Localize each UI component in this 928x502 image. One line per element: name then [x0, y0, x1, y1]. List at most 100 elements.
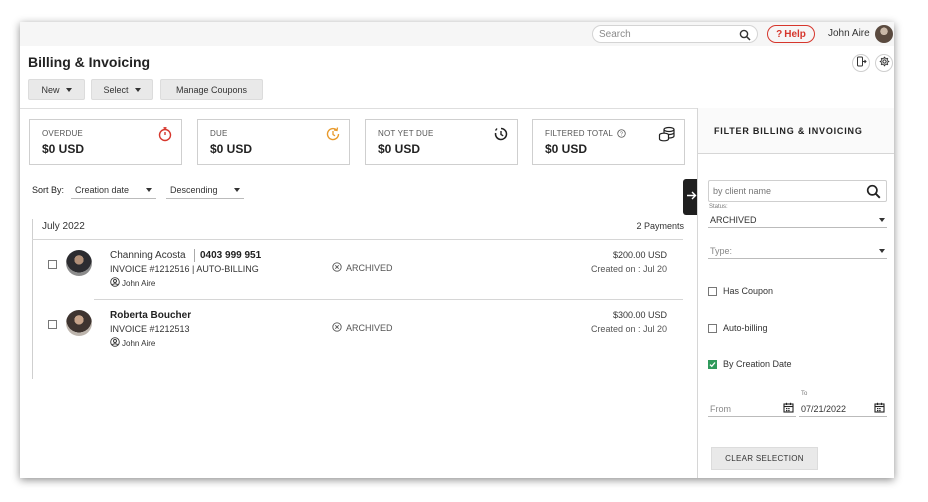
card-value: $0 USD [42, 142, 85, 156]
payment-count: 2 Payments [636, 221, 684, 231]
from-placeholder: From [710, 403, 731, 414]
card-value: $0 USD [210, 142, 253, 156]
user-avatar[interactable] [875, 25, 893, 43]
row-divider [94, 299, 683, 300]
chevron-down-icon [879, 217, 885, 222]
client-avatar [66, 310, 92, 336]
filter-panel: FILTER BILLING & INVOICING Status: ARCHI… [697, 108, 894, 478]
has-coupon-option[interactable]: Has Coupon [708, 286, 773, 296]
top-bar: ? Help John Aire [20, 22, 894, 46]
row-checkbox[interactable] [48, 320, 57, 329]
summary-card-overdue: OVERDUE $0 USD [29, 119, 182, 165]
owner-name: John Aire [122, 338, 156, 348]
type-placeholder: Type: [710, 245, 733, 256]
archived-icon [332, 322, 342, 334]
calendar-icon[interactable] [874, 402, 885, 415]
user-circle-icon [110, 337, 120, 349]
name-separator [194, 249, 195, 262]
chevron-down-icon [134, 87, 141, 92]
has-coupon-label: Has Coupon [723, 286, 774, 296]
invoice-created-date: Created on : Jul 20 [590, 264, 667, 274]
user-name[interactable]: John Aire [828, 28, 870, 39]
help-label: Help [784, 28, 806, 40]
client-name-input[interactable] [713, 186, 863, 196]
checkmark-icon [709, 361, 716, 367]
stopwatch-icon [157, 126, 173, 147]
select-button[interactable]: Select [91, 79, 153, 100]
auto-billing-option[interactable]: Auto-billing [708, 323, 768, 333]
status-badge: ARCHIVED [332, 322, 393, 334]
client-name[interactable]: Roberta Boucher [110, 310, 191, 321]
status-select[interactable]: ARCHIVED [708, 212, 887, 228]
status-label: Status: [709, 204, 728, 210]
invoice-number[interactable]: INVOICE #1212516 | AUTO-BILLING [110, 264, 259, 274]
export-icon [856, 54, 867, 72]
info-icon[interactable]: ? [617, 129, 626, 140]
client-name[interactable]: Channing Acosta [110, 250, 186, 261]
filter-panel-title: FILTER BILLING & INVOICING [714, 126, 863, 136]
summary-card-due: DUE $0 USD [197, 119, 350, 165]
status-text: ARCHIVED [346, 323, 393, 333]
by-creation-date-checkbox[interactable] [708, 359, 717, 369]
timeline-line [32, 219, 33, 379]
type-select[interactable]: Type: [708, 243, 887, 259]
invoice-created-date: Created on : Jul 20 [590, 324, 667, 334]
card-title: FILTERED TOTAL ? [545, 129, 626, 140]
arrow-right-icon [686, 188, 697, 206]
global-search[interactable] [592, 25, 758, 43]
filter-panel-header: FILTER BILLING & INVOICING [698, 108, 894, 154]
svg-text:?: ? [620, 132, 623, 138]
manage-coupons-label: Manage Coupons [175, 84, 248, 95]
summary-card-filtered-total: FILTERED TOTAL ? $0 USD [532, 119, 685, 165]
new-button[interactable]: New [28, 79, 85, 100]
page-title: Billing & Invoicing [28, 54, 151, 70]
to-date-value: 07/21/2022 [801, 403, 847, 414]
from-date-field[interactable]: From [708, 401, 796, 417]
archived-icon [332, 262, 342, 274]
summary-card-not-yet-due: NOT YET DUE $0 USD [365, 119, 518, 165]
to-label: To [801, 391, 808, 397]
invoice-number[interactable]: INVOICE #1212513 [110, 324, 190, 334]
sort-order-select[interactable]: Descending [166, 182, 244, 199]
status-badge: ARCHIVED [332, 262, 393, 274]
chevron-down-icon [146, 188, 152, 192]
chevron-down-icon [65, 87, 72, 92]
sort-field-value: Creation date [75, 185, 130, 195]
settings-button[interactable] [875, 54, 893, 72]
has-coupon-checkbox[interactable] [708, 286, 717, 296]
sort-by-label: Sort By: [32, 185, 65, 195]
sort-order-value: Descending [170, 185, 218, 195]
chevron-down-icon [234, 188, 240, 192]
to-date-field[interactable]: 07/21/2022 [799, 401, 887, 417]
export-button[interactable] [852, 54, 870, 72]
by-creation-date-option[interactable]: By Creation Date [708, 359, 792, 369]
auto-billing-checkbox[interactable] [708, 323, 717, 333]
sort-field-select[interactable]: Creation date [71, 182, 156, 199]
client-name-search[interactable] [708, 180, 887, 202]
search-icon[interactable] [866, 184, 881, 204]
by-creation-date-label: By Creation Date [723, 359, 792, 369]
client-phone: 0403 999 951 [200, 250, 262, 261]
clock-pending-icon [493, 126, 509, 147]
search-icon[interactable] [739, 28, 751, 46]
invoice-amount: $200.00 USD [612, 250, 667, 260]
clock-refresh-icon [325, 126, 341, 147]
app-window: ? Help John Aire Billing & Invoicing New… [20, 22, 894, 478]
new-label: New [41, 84, 60, 95]
month-divider [32, 239, 683, 240]
card-title: DUE [210, 129, 228, 138]
row-checkbox[interactable] [48, 260, 57, 269]
owner-name: John Aire [122, 278, 156, 288]
card-value: $0 USD [378, 142, 421, 156]
help-glyph: ? [776, 28, 783, 40]
calendar-icon[interactable] [783, 402, 794, 415]
clear-selection-button[interactable]: CLEAR SELECTION [711, 447, 818, 470]
card-title-text: FILTERED TOTAL [545, 129, 613, 138]
gear-icon [879, 54, 890, 72]
manage-coupons-button[interactable]: Manage Coupons [160, 79, 263, 100]
auto-billing-label: Auto-billing [723, 323, 768, 333]
invoice-owner: John Aire [110, 337, 155, 349]
search-input[interactable] [599, 28, 729, 40]
invoice-owner: John Aire [110, 277, 155, 289]
help-button[interactable]: ? Help [767, 25, 815, 43]
